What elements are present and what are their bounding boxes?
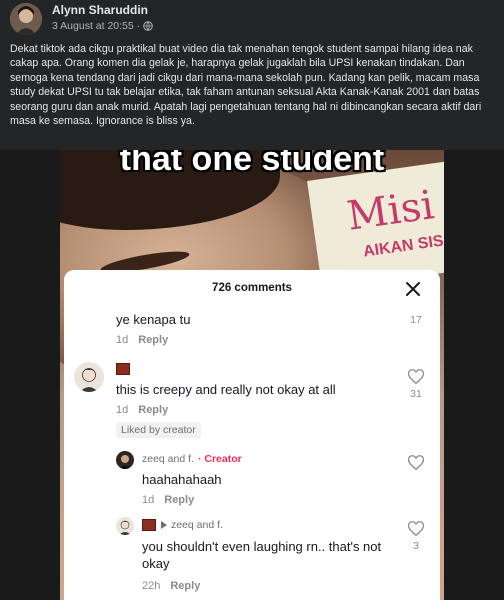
comment-meta: 1d Reply [116,334,168,346]
facebook-post: Alynn Sharuddin 3 August at 20:55 · Deka… [0,0,504,150]
creator-avatar[interactable] [116,451,134,469]
comment-text: you shouldn't even laughing rn.. that's … [142,539,382,571]
commenter-name[interactable]: zeeq and f. [142,453,194,465]
comment-age: 1d [116,334,129,346]
comment-age: 1d [142,494,155,506]
like-count: 17 [410,314,422,326]
close-icon[interactable] [404,280,422,298]
comment-meta: 22h Reply [142,580,200,592]
creator-tag: · Creator [197,453,242,465]
like-count: 31 [410,388,422,400]
heart-icon[interactable] [407,520,425,537]
reply-button[interactable]: Reply [170,580,200,592]
abacus-icon [116,363,130,375]
heart-icon[interactable] [407,454,425,471]
comment-age: 22h [142,580,161,592]
commenter-avatar[interactable] [116,517,134,535]
comment-meta: 1d Reply [116,404,168,416]
author-avatar[interactable] [10,3,42,35]
tiktok-screenshot: Misi AIKAN SIS that one student 726 comm… [0,150,504,600]
comment-text: this is creepy and really not okay at al… [116,382,336,397]
liked-by-creator-badge: Liked by creator [116,422,201,438]
comment-count: 726 comments [212,282,292,294]
reply-arrow-icon [161,521,167,529]
like-count: 3 [413,540,419,552]
author-name[interactable]: Alynn Sharuddin [52,3,148,17]
comments-sheet: 726 comments ye kenapa tu 1d Reply 17 th… [64,270,440,600]
post-timestamp[interactable]: 3 August at 20:55 · [52,20,140,32]
comment-meta: 1d Reply [142,494,194,506]
heart-icon[interactable] [407,368,425,385]
comments-header: 726 comments [64,270,440,310]
comment-text: ye kenapa tu [116,312,191,327]
post-body: Dekat tiktok ada cikgu praktikal buat vi… [10,43,482,128]
video-caption: that one student [119,150,385,178]
reply-button[interactable]: Reply [138,334,168,346]
comment-text: haahahahaah [142,472,222,487]
reply-to-row: zeeq and f. [161,519,223,531]
abacus-icon [142,519,156,531]
globe-icon [143,21,153,31]
commenter-avatar[interactable] [74,362,104,392]
reply-to-name[interactable]: zeeq and f. [171,519,223,531]
reply-button[interactable]: Reply [138,404,168,416]
comment-age: 1d [116,404,129,416]
reply-button[interactable]: Reply [164,494,194,506]
commenter-name-row: zeeq and f. · Creator [142,453,242,465]
post-meta: 3 August at 20:55 · [52,20,153,32]
